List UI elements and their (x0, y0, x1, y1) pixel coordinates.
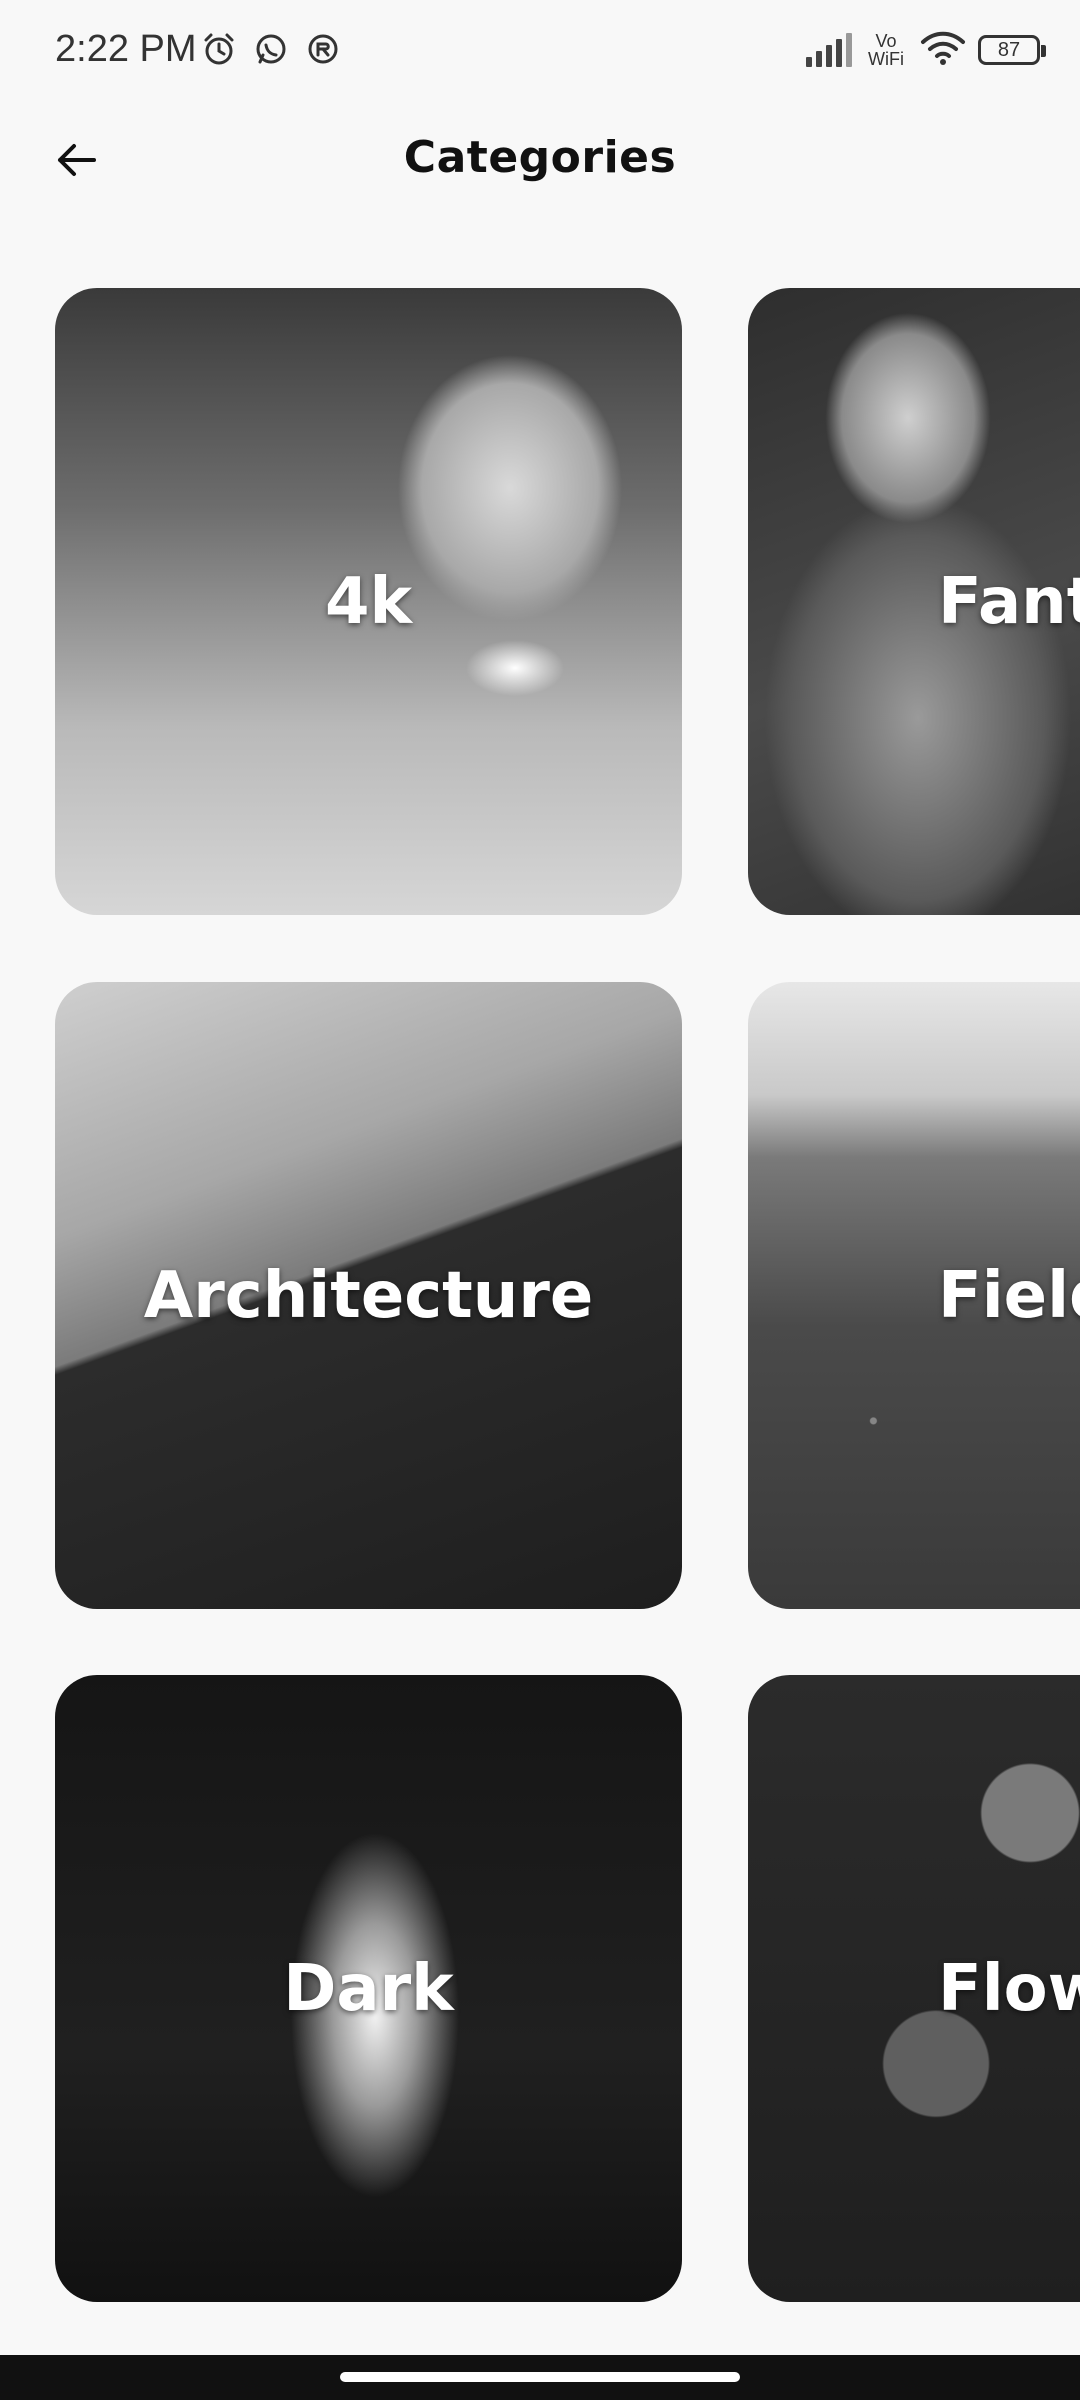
category-grid: 4k Fantasy Architecture Fields Dark Flow… (0, 0, 1080, 2400)
category-label: Architecture (143, 1258, 594, 1333)
category-card-flowers[interactable]: Flowers (748, 1675, 1080, 2302)
category-label: Fields (938, 1258, 1080, 1333)
category-card-fields[interactable]: Fields (748, 982, 1080, 1609)
home-indicator[interactable] (340, 2372, 740, 2382)
category-label: 4k (324, 564, 413, 639)
category-card-dark[interactable]: Dark (55, 1675, 682, 2302)
category-label: Flowers (938, 1951, 1080, 2026)
category-label: Dark (283, 1951, 454, 2026)
category-label: Fantasy (938, 564, 1080, 639)
gesture-navigation-bar (0, 2355, 1080, 2400)
category-card-fantasy[interactable]: Fantasy (748, 288, 1080, 915)
category-card-architecture[interactable]: Architecture (55, 982, 682, 1609)
category-card-4k[interactable]: 4k (55, 288, 682, 915)
